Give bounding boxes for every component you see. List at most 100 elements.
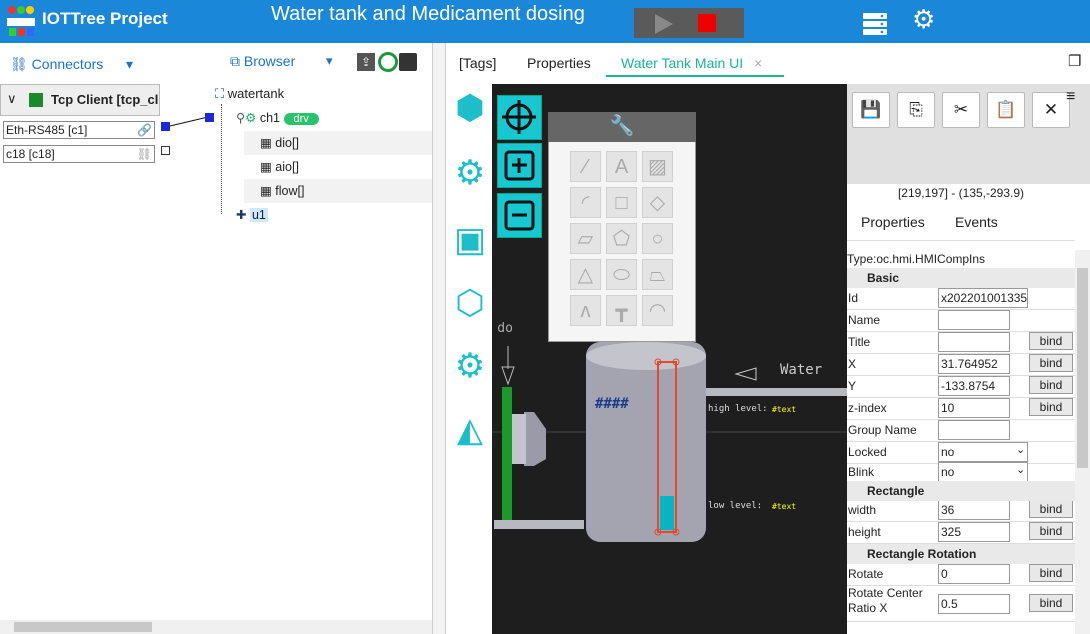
property-label: X	[848, 357, 857, 371]
property-row: z-index 10 bind	[847, 398, 1075, 420]
plug-icon: ⚲	[236, 111, 246, 125]
zigzag-tool-icon[interactable]: ʌ	[570, 295, 601, 326]
pane-divider[interactable]	[432, 43, 446, 634]
properties-grid: Basic Id x202201001335 Name Title bind X 31.76…	[847, 268, 1075, 634]
property-input[interactable]: no	[938, 462, 1028, 482]
property-input[interactable]: 31.764952	[938, 354, 1010, 374]
bind-button[interactable]: bind	[1029, 564, 1073, 582]
property-input[interactable]: -133.8754	[938, 376, 1010, 396]
vertical-scrollbar[interactable]	[1075, 250, 1090, 634]
page-title: Water tank and Medicament dosing	[271, 3, 585, 25]
browser-menu[interactable]: ⧉ Browser	[230, 53, 295, 70]
gears-icon[interactable]: ⚙	[450, 346, 490, 386]
property-input[interactable]	[938, 332, 1010, 352]
link-port[interactable]	[205, 113, 214, 122]
close-icon[interactable]: ×	[754, 55, 762, 71]
arc-tool-icon[interactable]: ◜	[570, 187, 601, 218]
ellipse-tool-icon[interactable]: ⬭	[606, 259, 637, 290]
gears-icon[interactable]: ⚙	[912, 4, 935, 35]
property-input[interactable]: 0.5	[938, 594, 1010, 614]
conn-item[interactable]: Eth-RS485 [c1] 🔗	[3, 121, 155, 139]
window-icon[interactable]: ❐	[1068, 52, 1081, 70]
horizontal-scrollbar[interactable]	[0, 620, 432, 634]
play-icon[interactable]	[652, 13, 674, 35]
zoom-in-button[interactable]	[497, 143, 542, 188]
server-icon[interactable]	[862, 12, 888, 36]
tab-properties[interactable]: Properties	[861, 214, 925, 230]
bind-button[interactable]: bind	[1029, 332, 1073, 350]
connectors-menu[interactable]: ⛓ Connectors	[10, 56, 103, 73]
property-input[interactable]	[938, 310, 1010, 330]
tab-events[interactable]: Events	[955, 214, 998, 230]
property-input[interactable]: no	[938, 442, 1028, 462]
bind-button[interactable]: bind	[1029, 594, 1073, 612]
tree-item-tag[interactable]: ▦ dio[]	[244, 131, 432, 155]
gear-icon[interactable]: ⚙	[450, 153, 490, 193]
property-input[interactable]	[938, 420, 1010, 440]
copy-icon[interactable]: ⎘	[897, 92, 935, 128]
bind-button[interactable]: bind	[1029, 398, 1073, 416]
bind-button[interactable]: bind	[1029, 376, 1073, 394]
cube-icon[interactable]: ⬢	[450, 88, 490, 128]
zoom-out-button[interactable]	[497, 193, 542, 238]
image-icon[interactable]: ▣	[450, 220, 490, 260]
property-input[interactable]: x202201001335	[938, 288, 1028, 308]
tree-item-ch1[interactable]: ⚲⚙ ch1 drv	[236, 106, 432, 130]
rect-tool-icon[interactable]: □	[606, 187, 637, 218]
link-port[interactable]	[161, 146, 170, 155]
crosshair-icon	[502, 100, 536, 134]
curve-tool-icon[interactable]: ⁄	[570, 151, 601, 182]
text-tool-icon[interactable]: A	[606, 151, 637, 182]
crosshair-button[interactable]	[497, 95, 542, 140]
tree-root[interactable]: ⛶ watertank	[215, 86, 284, 102]
triangle-tool-icon[interactable]: △	[570, 259, 601, 290]
chart-icon[interactable]: ◭	[450, 410, 490, 450]
property-row: Group Name	[847, 420, 1075, 442]
property-input[interactable]: 10	[938, 398, 1010, 418]
paste-icon[interactable]: 📋	[987, 92, 1025, 128]
tab-water-tank-main-ui[interactable]: Water Tank Main UI	[621, 55, 743, 71]
high-level-value: #text	[772, 405, 797, 414]
divider	[847, 240, 1075, 241]
section-basic: Basic	[847, 268, 1075, 288]
property-input[interactable]: 325	[938, 522, 1010, 542]
tab-properties[interactable]: Properties	[527, 55, 591, 71]
conn-item[interactable]: c18 [c18] ⛓	[3, 145, 155, 163]
section-rotation: Rectangle Rotation	[847, 544, 1075, 564]
menu-icon[interactable]: ≡	[1066, 88, 1075, 106]
cubes-icon[interactable]: ⬡	[450, 283, 490, 323]
share-icon[interactable]: ⇪	[357, 53, 375, 71]
circle-tool-icon[interactable]: ○	[642, 223, 673, 254]
parallelogram-tool-icon[interactable]: ▱	[570, 223, 601, 254]
bind-button[interactable]: bind	[1029, 522, 1073, 540]
tag-label: flow[]	[275, 184, 305, 198]
bind-button[interactable]: bind	[1029, 500, 1073, 518]
browser-label: Browser	[243, 53, 296, 69]
stop-icon[interactable]	[698, 14, 716, 32]
close-icon[interactable]: ✕	[1032, 92, 1070, 128]
pipe-tool-icon[interactable]: ┳	[606, 295, 637, 326]
chevron-down-icon[interactable]: ▾	[126, 56, 133, 73]
tree-item-u1[interactable]: ✚ u1	[236, 203, 268, 227]
diamond-tool-icon[interactable]: ◇	[642, 187, 673, 218]
gauge-tool-icon[interactable]: ◠	[642, 295, 673, 326]
trapezoid-tool-icon[interactable]: ⏢	[642, 259, 673, 290]
property-input[interactable]: 36	[938, 500, 1010, 520]
tab-tags[interactable]: [Tags]	[459, 55, 496, 71]
bind-button[interactable]: bind	[1029, 354, 1073, 372]
property-label: Id	[848, 291, 859, 305]
connectors-label: Connectors	[31, 56, 104, 72]
book-icon[interactable]	[399, 53, 417, 71]
conn-label: Eth-RS485 [c1]	[6, 123, 88, 137]
chevron-down-icon[interactable]: ▾	[326, 53, 333, 69]
image-tool-icon[interactable]: ▨	[642, 151, 673, 182]
tree-item-tag[interactable]: ▦ aio[]	[244, 155, 432, 179]
refresh-icon[interactable]	[378, 52, 398, 72]
cut-icon[interactable]: ✂	[942, 92, 980, 128]
tree-item-tag[interactable]: ▦ flow[]	[244, 179, 432, 203]
tcp-client-bar[interactable]: ∨ Tcp Client [tcp_cl	[0, 84, 160, 116]
pentagon-tool-icon[interactable]: ⬠	[606, 223, 637, 254]
save-icon[interactable]: 💾	[852, 92, 890, 128]
chevron-down-icon: ∨	[7, 91, 17, 106]
property-input[interactable]: 0	[938, 564, 1010, 584]
